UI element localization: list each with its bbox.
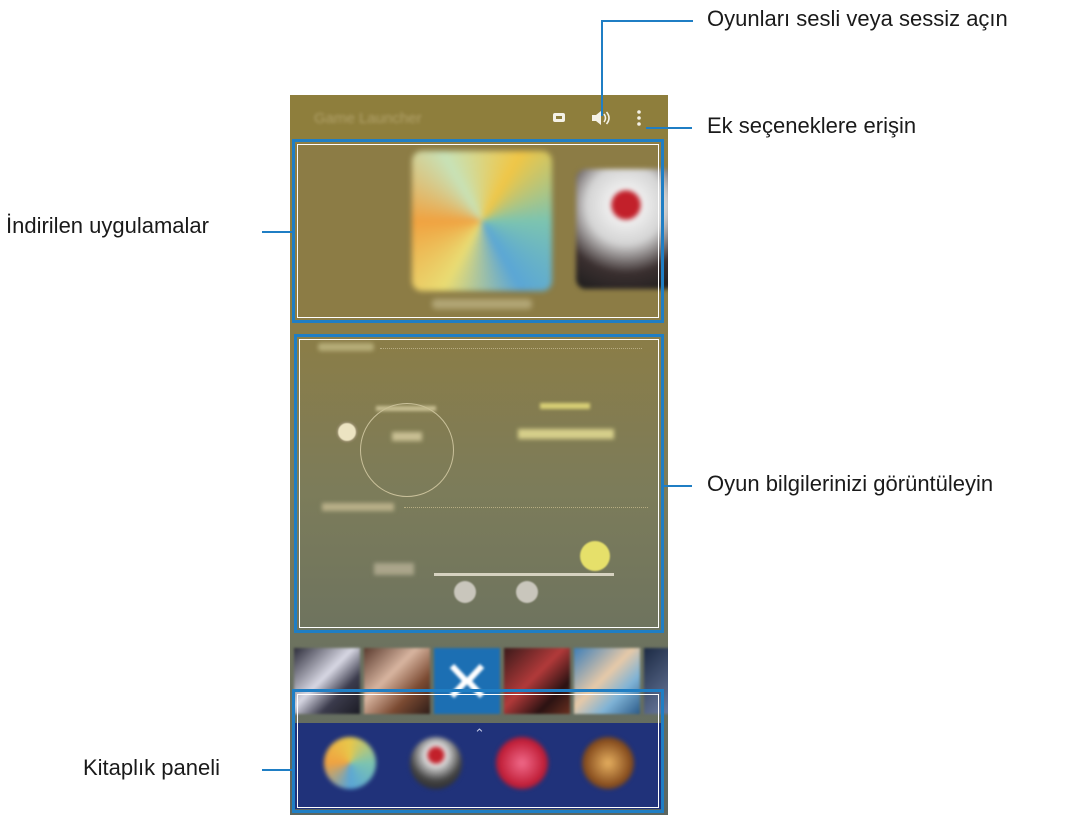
- discord-icon[interactable]: [548, 107, 570, 129]
- highlight-downloaded: [292, 139, 664, 323]
- highlight-info: [294, 334, 664, 633]
- leader-line: [262, 769, 292, 771]
- leader-line: [646, 127, 692, 129]
- app-bar: Game Launcher: [290, 95, 668, 139]
- callout-sound: Oyunları sesli veya sessiz açın: [707, 6, 1008, 31]
- callout-downloaded: İndirilen uygulamalar: [6, 213, 209, 238]
- leader-line: [601, 20, 603, 116]
- highlight-library: [292, 689, 664, 813]
- callout-library: Kitaplık paneli: [83, 755, 220, 780]
- callout-more: Ek seçeneklere erişin: [707, 113, 917, 138]
- leader-line: [601, 20, 693, 22]
- leader-line: [664, 485, 692, 487]
- leader-line: [262, 231, 292, 233]
- more-vertical-icon[interactable]: [628, 107, 650, 129]
- app-title: Game Launcher: [314, 110, 422, 127]
- callout-info: Oyun bilgilerinizi görüntüleyin: [707, 471, 994, 496]
